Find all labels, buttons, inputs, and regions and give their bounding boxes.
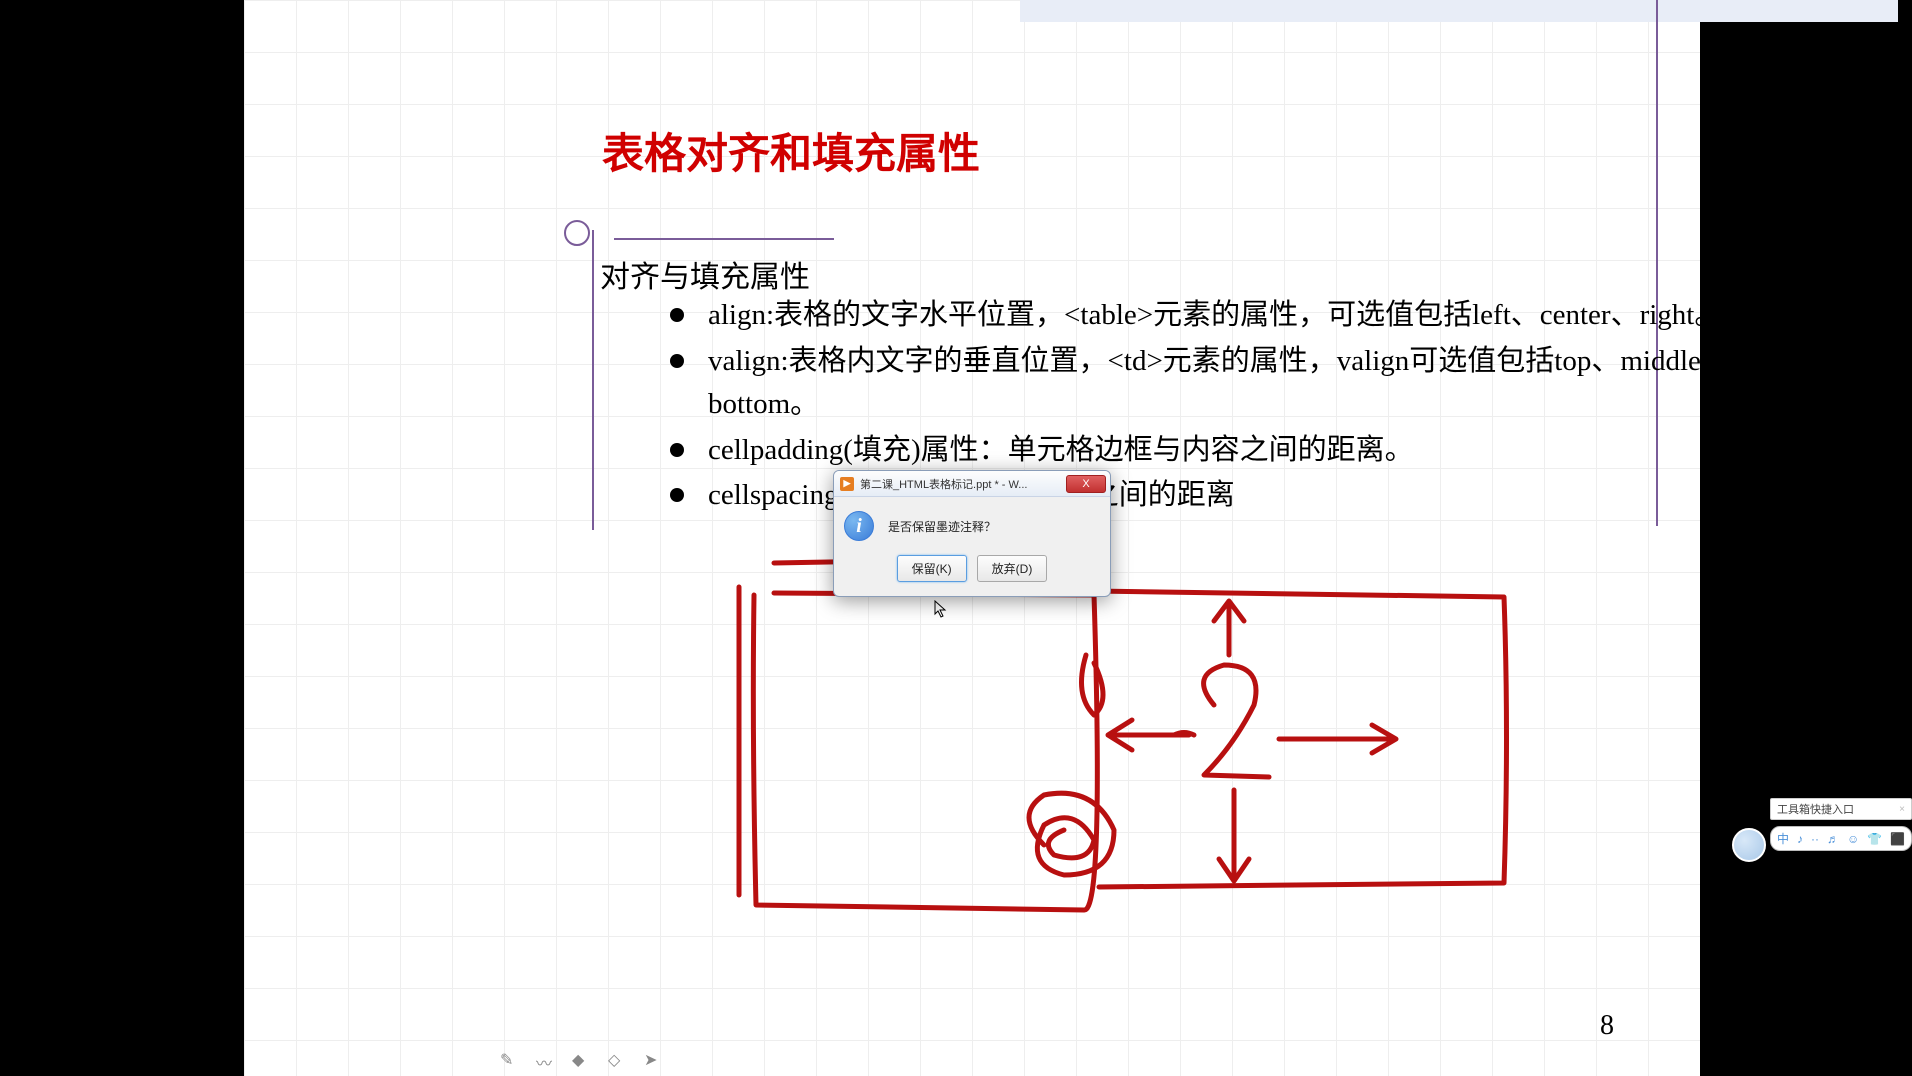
arrow-icon[interactable]: ➤ bbox=[644, 1050, 662, 1068]
pen-icon[interactable]: ✎ bbox=[500, 1050, 518, 1068]
bullet-icon bbox=[670, 488, 684, 502]
app-icon: ▶ bbox=[840, 477, 854, 491]
eraser-icon[interactable]: ◇ bbox=[608, 1050, 626, 1068]
slide-title: 表格对齐和填充属性 bbox=[602, 120, 980, 181]
dialog-body: i 是否保留墨迹注释？ bbox=[834, 497, 1110, 549]
ime-icon-bar[interactable]: 中 ♪ ·· ♬ ☺ 👕 ⬛ ⊘ bbox=[1770, 826, 1912, 851]
discard-button[interactable]: 放弃(D) bbox=[977, 555, 1048, 582]
dialog-message: 是否保留墨迹注释？ bbox=[888, 518, 996, 535]
keep-button[interactable]: 保留(K) bbox=[897, 555, 967, 582]
page-number: 8 bbox=[1600, 1010, 1614, 1042]
dialog-titlebar[interactable]: ▶ 第二课_HTML表格标记.ppt * - W... X bbox=[834, 471, 1110, 497]
ime-label-text: 工具箱快捷入口 bbox=[1777, 801, 1854, 817]
dialog-button-row: 保留(K) 放弃(D) bbox=[834, 549, 1110, 596]
ime-lang-icon[interactable]: 中 bbox=[1777, 830, 1789, 847]
bullet-text: align:表格的文字水平位置，<table>元素的属性，可选值包括left、c… bbox=[708, 294, 1770, 338]
bullet-text: cellpadding(填充)属性：单元格边框与内容之间的距离。 bbox=[708, 429, 1770, 473]
ink-annotation bbox=[734, 555, 1554, 935]
confirm-dialog: ▶ 第二课_HTML表格标记.ppt * - W... X i 是否保留墨迹注释… bbox=[833, 470, 1111, 597]
bullet-icon bbox=[670, 443, 684, 457]
decor-circle bbox=[564, 220, 590, 246]
ime-music-icon[interactable]: ♪ bbox=[1797, 832, 1803, 846]
list-item: cellpadding(填充)属性：单元格边框与内容之间的距离。 bbox=[670, 429, 1770, 473]
info-icon: i bbox=[844, 511, 874, 541]
ime-keyboard-icon[interactable]: ⬛ bbox=[1890, 832, 1905, 846]
decor-line-vertical bbox=[592, 230, 594, 530]
ime-close-icon[interactable]: × bbox=[1899, 804, 1905, 815]
ime-toolbar: 工具箱快捷入口 × 中 ♪ ·· ♬ ☺ 👕 ⬛ ⊘ bbox=[1770, 798, 1912, 851]
highlighter-icon[interactable]: ◆ bbox=[572, 1050, 590, 1068]
decor-line-horizontal bbox=[614, 238, 834, 240]
presenter-toolbar: ✎ 〰 ◆ ◇ ➤ bbox=[500, 1050, 662, 1068]
dialog-title: 第二课_HTML表格标记.ppt * - W... bbox=[860, 476, 1066, 492]
ime-note-icon[interactable]: ♬ bbox=[1827, 832, 1839, 846]
wave-icon[interactable]: 〰 bbox=[536, 1050, 554, 1068]
ime-avatar-icon[interactable] bbox=[1732, 828, 1766, 862]
mouse-cursor-icon bbox=[934, 600, 948, 623]
close-icon: X bbox=[1082, 478, 1089, 490]
list-item: valign:表格内文字的垂直位置，<td>元素的属性，valign可选值包括t… bbox=[670, 340, 1770, 427]
bullet-icon bbox=[670, 354, 684, 368]
ime-punct-icon[interactable]: ·· bbox=[1811, 832, 1819, 846]
ime-emoji-icon[interactable]: ☺ bbox=[1847, 832, 1859, 846]
slide-top-accent bbox=[1020, 0, 1898, 22]
close-button[interactable]: X bbox=[1066, 475, 1106, 493]
bullet-icon bbox=[670, 308, 684, 322]
ime-skin-icon[interactable]: 👕 bbox=[1867, 832, 1882, 846]
section-label: 对齐与填充属性 bbox=[600, 252, 810, 296]
bullet-text: valign:表格内文字的垂直位置，<td>元素的属性，valign可选值包括t… bbox=[708, 340, 1770, 427]
list-item: align:表格的文字水平位置，<table>元素的属性，可选值包括left、c… bbox=[670, 294, 1770, 338]
ime-label[interactable]: 工具箱快捷入口 × bbox=[1770, 798, 1912, 820]
